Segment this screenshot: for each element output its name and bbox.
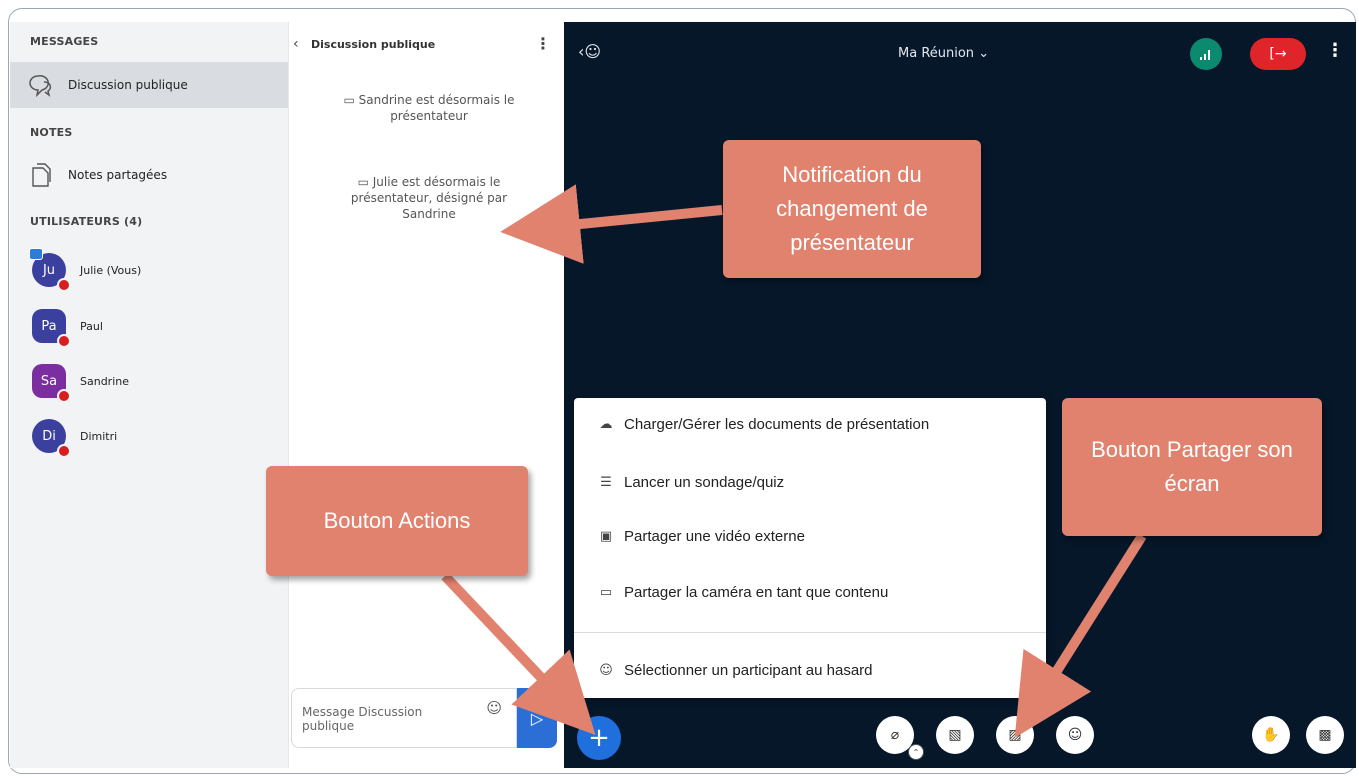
notes-section-title: NOTES <box>30 126 73 139</box>
meeting-title[interactable]: Ma Réunion ⌄ <box>898 46 989 61</box>
user-list-item[interactable]: Pa Paul <box>10 304 288 348</box>
sidebar-item-label: Notes partagées <box>68 168 168 182</box>
system-message: ▭ Julie est désormais le présentateur, d… <box>329 174 529 222</box>
messages-section-title: MESSAGES <box>30 35 99 48</box>
menu-item-share-camera-content[interactable]: ▭ Partager la caméra en tant que contenu <box>574 572 1046 612</box>
chat-bubbles-icon <box>28 72 54 98</box>
system-message: ▭ Sandrine est désormais le présentateur <box>329 92 529 124</box>
avatar: Ju <box>29 248 71 292</box>
system-message-text: Sandrine est désormais le présentateur <box>358 93 515 123</box>
camera-content-icon: ▭ <box>599 584 613 600</box>
avatar: Pa <box>32 309 71 348</box>
menu-item-label: Sélectionner un participant au hasard <box>624 661 873 679</box>
sidebar-item-label: Discussion publique <box>68 78 188 92</box>
menu-item-label: Lancer un sondage/quiz <box>624 473 785 491</box>
presentation-icon: ▭ <box>357 175 373 189</box>
menu-item-label: Partager une vidéo externe <box>624 527 805 545</box>
system-message-text: Julie est désormais le présentateur, dés… <box>350 175 508 221</box>
screen-share-off-icon: ▨ <box>1008 727 1022 743</box>
callout-actions-button: Bouton Actions <box>266 466 528 576</box>
reactions-button[interactable]: ☺ <box>1056 716 1094 754</box>
user-list-item[interactable]: Di Dimitri <box>10 414 288 458</box>
chat-header: ‹ Discussion publique ⋮ <box>289 34 565 56</box>
menu-item-upload-presentation[interactable]: ☁ Charger/Gérer les documents de présent… <box>574 404 1046 444</box>
avatar-initials: Pa <box>41 318 57 334</box>
menu-item-share-external-video[interactable]: ▣ Partager une vidéo externe <box>574 516 1046 556</box>
chat-panel: ‹ Discussion publique ⋮ ▭ Sandrine est d… <box>288 22 564 768</box>
user-name: Julie (Vous) <box>80 263 142 277</box>
microphone-off-icon: ⌀ <box>890 727 900 743</box>
sidebar-item-shared-notes[interactable]: Notes partagées <box>10 152 288 198</box>
camera-off-icon: ▧ <box>948 727 962 743</box>
connection-status-button[interactable] <box>1190 38 1222 70</box>
menu-item-start-poll[interactable]: ☰ Lancer un sondage/quiz <box>574 462 1046 502</box>
camera-button[interactable]: ▧ <box>936 716 974 754</box>
chat-options-icon[interactable]: ⋮ <box>535 34 551 53</box>
video-external-icon: ▣ <box>599 528 613 544</box>
raise-hand-button[interactable]: ✋ <box>1252 716 1290 754</box>
menu-item-random-participant[interactable]: ☺ Sélectionner un participant au hasard <box>574 650 1046 690</box>
emoji-icon[interactable]: ☺ <box>486 699 502 717</box>
plus-icon: + <box>588 723 610 753</box>
avatar-initials: Sa <box>40 373 58 389</box>
send-button[interactable]: ▷ <box>517 688 557 748</box>
logout-icon: [→ <box>1269 46 1287 62</box>
presentation-toggle-button[interactable]: ▩ <box>1306 716 1344 754</box>
meeting-title-text: Ma Réunion <box>898 46 975 61</box>
avatar-initials: Di <box>42 428 56 444</box>
chat-message-input[interactable]: Message Discussion publique ☺ <box>291 688 517 748</box>
avatar: Sa <box>32 364 71 403</box>
muted-mic-icon <box>57 444 71 458</box>
menu-divider <box>574 632 1046 633</box>
actions-button[interactable]: + <box>577 716 621 760</box>
send-icon: ▷ <box>530 708 544 728</box>
callout-presenter-change: Notification du changement de présentate… <box>723 140 981 278</box>
user-list-item[interactable]: Ju Julie (Vous) <box>10 248 288 292</box>
main-options-icon[interactable]: ⋮ <box>1326 40 1344 61</box>
upload-cloud-icon: ☁ <box>599 416 613 432</box>
avatar-initials: Ju <box>42 262 56 278</box>
menu-item-label: Charger/Gérer les documents de présentat… <box>624 415 930 433</box>
document-icon <box>28 162 54 188</box>
user-name: Sandrine <box>80 374 129 388</box>
user-list-item[interactable]: Sa Sandrine <box>10 359 288 403</box>
chevron-up-icon: ⌃ <box>912 747 920 757</box>
leave-meeting-button[interactable]: [→ <box>1250 38 1306 70</box>
menu-item-label: Partager la caméra en tant que contenu <box>624 583 889 601</box>
sidebar-item-public-chat[interactable]: Discussion publique <box>10 62 288 108</box>
user-name: Paul <box>80 319 103 333</box>
poll-list-icon: ☰ <box>600 474 612 490</box>
chevron-down-icon: ⌄ <box>978 46 990 61</box>
users-section-title: UTILISATEURS (4) <box>30 215 143 228</box>
presentation-off-icon: ▩ <box>1318 727 1332 743</box>
muted-mic-icon <box>57 334 71 348</box>
sidebar: MESSAGES Discussion publique NOTES Notes… <box>10 22 288 768</box>
muted-mic-icon <box>57 278 71 292</box>
chat-title: Discussion publique <box>311 38 436 51</box>
presentation-icon: ▭ <box>343 93 359 107</box>
smiley-icon: ☺ <box>1067 727 1083 743</box>
muted-mic-icon <box>57 389 71 403</box>
avatar: Di <box>32 419 71 458</box>
signal-icon <box>1200 50 1210 60</box>
audio-options-caret[interactable]: ⌃ <box>908 744 924 760</box>
presenter-icon <box>29 248 43 260</box>
actions-menu: ☁ Charger/Gérer les documents de présent… <box>574 398 1046 698</box>
toggle-userlist-icon[interactable]: ‹☺ <box>578 42 601 61</box>
user-random-icon: ☺ <box>599 662 613 678</box>
share-screen-button[interactable]: ▨ <box>996 716 1034 754</box>
callout-share-screen: Bouton Partager son écran <box>1062 398 1322 536</box>
user-name: Dimitri <box>80 429 118 443</box>
hand-icon: ✋ <box>1262 727 1280 743</box>
chat-input-placeholder: Message Discussion publique <box>302 705 423 733</box>
back-chevron-icon[interactable]: ‹ <box>293 36 299 52</box>
